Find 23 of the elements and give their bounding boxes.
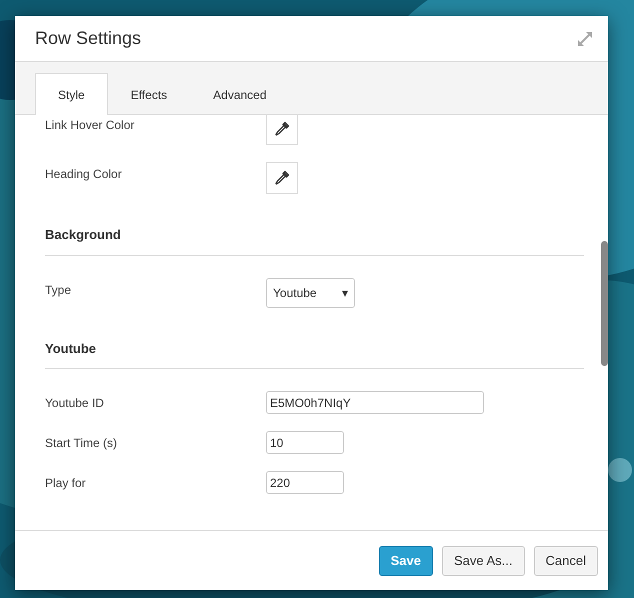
field-label: Youtube ID bbox=[45, 395, 105, 412]
footer-button[interactable]: Cancel bbox=[534, 546, 598, 576]
field-label: Type bbox=[45, 282, 72, 298]
color-picker-button[interactable] bbox=[266, 162, 298, 194]
eyedropper-icon bbox=[274, 170, 290, 186]
field-label: Start Time (s) bbox=[45, 435, 118, 452]
input-field[interactable]: 10 bbox=[266, 431, 344, 454]
field-label: Heading Color bbox=[45, 166, 123, 183]
input-field[interactable]: 220 bbox=[266, 471, 344, 494]
input-field[interactable]: E5MO0h7NIqY bbox=[266, 391, 484, 414]
footer-button[interactable]: Save As... bbox=[442, 546, 525, 576]
eyedropper-icon bbox=[274, 121, 290, 137]
tab[interactable]: Effects bbox=[108, 73, 190, 115]
scrollbar-thumb[interactable] bbox=[601, 241, 608, 366]
tab[interactable]: Advanced bbox=[190, 73, 290, 115]
field-label: Play for bbox=[45, 475, 87, 492]
select-field[interactable]: Youtube ▾ bbox=[266, 278, 355, 308]
dialog-title: Row Settings bbox=[35, 27, 142, 50]
section-heading: Youtube bbox=[45, 326, 584, 369]
section-heading: Background bbox=[45, 213, 584, 256]
color-picker-button[interactable] bbox=[266, 115, 298, 145]
field-label: Link Hover Color bbox=[45, 117, 136, 134]
tab[interactable]: Style bbox=[35, 73, 108, 115]
